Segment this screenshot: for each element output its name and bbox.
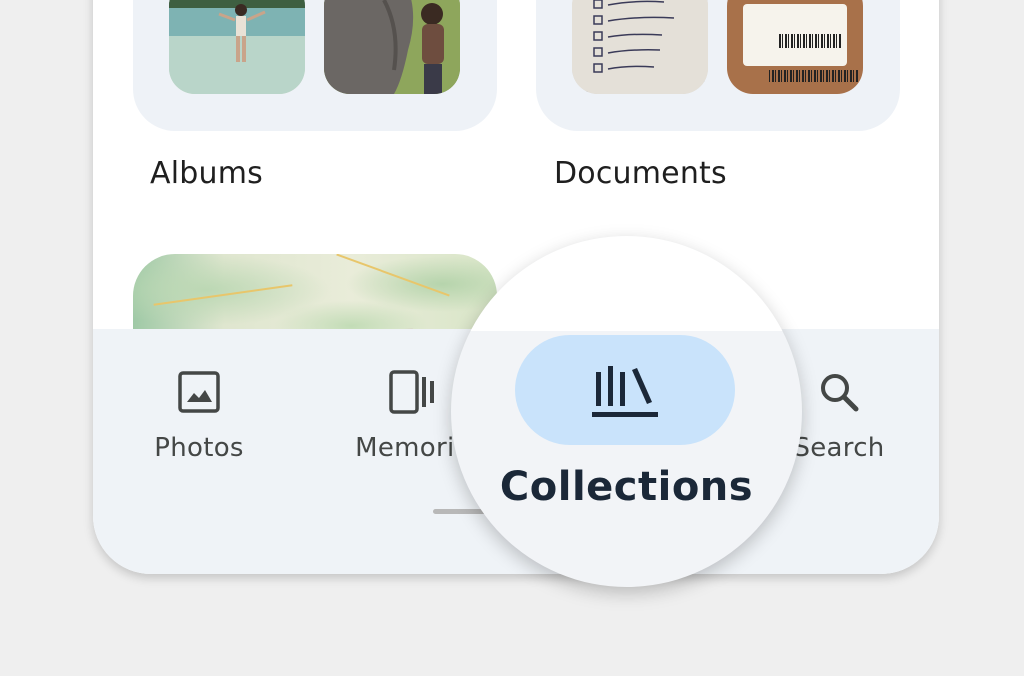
memories-icon xyxy=(389,370,434,414)
documents-tile[interactable] xyxy=(536,0,900,131)
nav-label-search: Search xyxy=(793,433,885,463)
barcode-graphic xyxy=(779,34,841,48)
shipping-label xyxy=(743,4,859,82)
albums-label: Albums xyxy=(150,156,263,191)
nav-label-photos: Photos xyxy=(154,433,244,463)
documents-label: Documents xyxy=(554,156,727,191)
albums-tile[interactable] xyxy=(133,0,497,131)
search-icon xyxy=(821,374,859,412)
album-thumbnail-beach xyxy=(169,0,305,94)
document-thumbnail-todo-list xyxy=(572,0,708,94)
collections-icon xyxy=(592,366,658,417)
handwritten-list-image xyxy=(572,0,708,94)
elephant-photo-image xyxy=(324,0,460,94)
nav-item-photos[interactable]: Photos xyxy=(141,369,257,463)
magnifier-content-background xyxy=(451,236,802,331)
image-icon xyxy=(178,371,220,413)
map-road xyxy=(153,284,293,306)
barcode-graphic xyxy=(769,70,859,82)
screen: Albums Documents Photos Memorie Search C… xyxy=(0,0,1024,676)
map-road xyxy=(336,254,450,297)
nav-label-collections: Collections xyxy=(499,464,754,510)
nav-item-collections[interactable]: Collections xyxy=(451,236,802,587)
beach-photo-image xyxy=(169,0,305,94)
album-thumbnail-elephant xyxy=(324,0,460,94)
document-thumbnail-shipping-label xyxy=(727,0,863,94)
